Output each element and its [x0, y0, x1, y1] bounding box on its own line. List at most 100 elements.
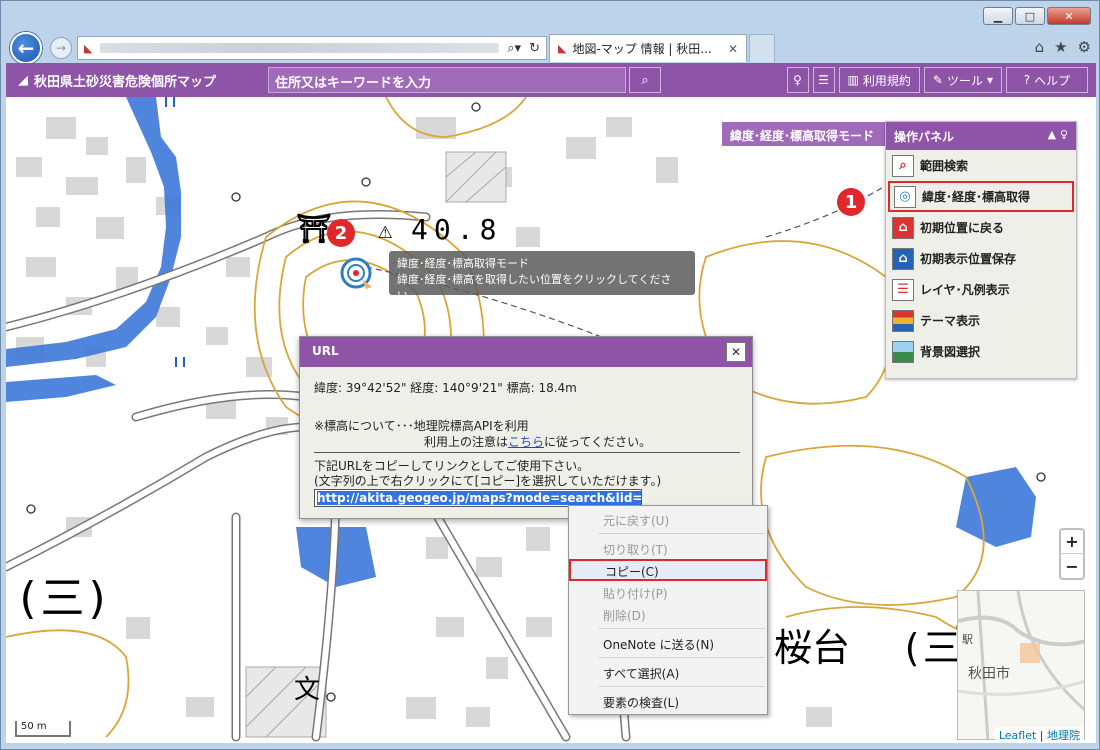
forward-button[interactable]: → — [50, 37, 72, 59]
url-field-selected-text[interactable]: http://akita.geogeo.jp/maps?mode=search&… — [317, 491, 641, 505]
overview-minimap[interactable]: 駅 秋田市 — [957, 590, 1085, 740]
triangulation-point-symbol: ⚠ — [378, 216, 393, 244]
comment-button[interactable]: ☰ — [812, 67, 835, 93]
panel-item-save-home[interactable]: ⌂ 初期表示位置保存 — [886, 243, 1076, 274]
settings-gear-icon[interactable]: ⚙ — [1078, 38, 1091, 56]
dialog-close-icon[interactable]: ✕ — [726, 342, 746, 362]
help-label: ヘルプ — [1034, 73, 1071, 88]
panel-item-label: 緯度･経度･標高取得 — [922, 190, 1031, 204]
close-window-button[interactable]: ✕ — [1047, 7, 1091, 25]
comment-icon: ☰ — [818, 73, 829, 87]
school-symbol: 文 — [294, 675, 321, 705]
app-title: ◢ 秋田県土砂災害危険個所マップ — [18, 71, 216, 90]
minimap-station-label: 駅 — [962, 633, 973, 646]
menu-item-onenote[interactable]: OneNote に送る(N) — [569, 632, 767, 654]
panel-header-tools: ▲ ♀ — [1048, 128, 1068, 141]
step-badge-1: 1 — [837, 188, 865, 216]
search-button[interactable]: ⌕ — [629, 67, 661, 93]
operation-panel-header: 操作パネル ▲ ♀ — [886, 122, 1076, 150]
range-search-icon: ⌕ — [892, 154, 914, 177]
help-button[interactable]: ? ヘルプ — [1006, 67, 1088, 93]
attribution-leaflet-link[interactable]: Leaflet — [999, 729, 1036, 742]
map-attribution: Leaflet | 地理院 — [994, 727, 1084, 743]
home-red-icon: ⌂ — [892, 216, 914, 239]
elevation-note: ※標高について･･･地理院標高APIを利用 — [314, 419, 529, 433]
tooltip-line2: 緯度･経度･標高を取得したい位置をクリックしてください。 — [397, 273, 672, 302]
menu-item-paste[interactable]: 貼り付け(P) — [569, 581, 767, 603]
menu-separator — [599, 657, 765, 658]
panel-item-basemap[interactable]: 背景図選択 — [886, 336, 1076, 367]
panel-item-range-search[interactable]: ⌕ 範囲検索 — [886, 150, 1076, 181]
copy-instruction-detail: (文字列の上で右クリックにて[コピー]を選択していただけます。) — [314, 474, 662, 488]
search-icon: ⌕ — [641, 72, 649, 88]
wrench-icon: ✎ — [932, 73, 943, 87]
header-buttons: ♀ ☰ ▥ 利用規約 ✎ ツール ▾ ? ヘルプ — [786, 67, 1088, 93]
landscape-image-icon — [892, 340, 914, 363]
operation-panel: 操作パネル ▲ ♀ ⌕ 範囲検索 ◎ 緯度･経度･標高取得 ⌂ 初期位置に戻る ⌂ 初期… — [885, 121, 1077, 379]
collapse-icon[interactable]: ▲ — [1048, 128, 1056, 141]
panel-item-label: レイヤ･凡例表示 — [920, 283, 1010, 297]
search-icon[interactable]: ⌕▾ — [507, 41, 521, 56]
mode-tooltip: 緯度･経度･標高取得モード 緯度･経度･標高を取得したい位置をクリックしてくださ… — [389, 251, 695, 302]
dialog-divider — [314, 452, 740, 453]
window-controls: ▁ □ ✕ — [983, 7, 1091, 25]
menu-item-undo[interactable]: 元に戻す(U) — [569, 508, 767, 530]
panel-item-return-home[interactable]: ⌂ 初期位置に戻る — [886, 212, 1076, 243]
panel-item-label: 背景図選択 — [920, 345, 981, 359]
panel-item-theme[interactable]: テーマ表示 — [886, 305, 1076, 336]
target-icon: ◎ — [894, 185, 916, 208]
lightbulb-button[interactable]: ♀ — [786, 67, 809, 93]
tab-close-icon[interactable]: ✕ — [728, 42, 738, 56]
url-dialog: URL ✕ 緯度: 39°42'52" 経度: 140°9'21" 標高: 18… — [299, 336, 753, 519]
refresh-icon[interactable]: ↻ — [529, 41, 540, 56]
shrine-symbol: ⛩ — [296, 212, 332, 245]
address-search-input[interactable]: 住所又はキーワードを入力 — [268, 67, 626, 93]
context-menu: 元に戻す(U) 切り取り(T) コピー(C) 貼り付け(P) 削除(D) One… — [568, 505, 768, 715]
browser-window: ▁ □ ✕ ← → ◣ ⌕▾ ↻ ◣ 地図-マップ 情報 | 秋田... ✕ ⌂… — [0, 0, 1100, 750]
menu-item-delete[interactable]: 削除(D) — [569, 603, 767, 625]
terms-button[interactable]: ▥ 利用規約 — [838, 67, 920, 93]
address-bar[interactable]: ◣ ⌕▾ ↻ — [77, 36, 547, 60]
menu-item-cut[interactable]: 切り取り(T) — [569, 537, 767, 559]
maximize-button[interactable]: □ — [1015, 7, 1045, 25]
minimize-button[interactable]: ▁ — [983, 7, 1013, 25]
browser-tab[interactable]: ◣ 地図-マップ 情報 | 秋田... ✕ — [549, 34, 747, 62]
zoom-control: + − — [1059, 528, 1085, 580]
usage-note-post: に従ってください。 — [544, 435, 652, 449]
panel-item-layers-legend[interactable]: ☰ レイヤ･凡例表示 — [886, 274, 1076, 305]
tools-button[interactable]: ✎ ツール ▾ — [923, 67, 1002, 93]
panel-item-latlon-elevation[interactable]: ◎ 緯度･経度･標高取得 — [888, 181, 1074, 212]
new-tab-button[interactable] — [749, 34, 775, 62]
app-header: ◢ 秋田県土砂災害危険個所マップ 住所又はキーワードを入力 ⌕ ♀ ☰ ▥ 利用規… — [6, 63, 1096, 97]
browser-toolbar-icons: ⌂ ★ ⚙ — [1035, 38, 1091, 56]
app-title-text: 秋田県土砂災害危険個所マップ — [34, 75, 217, 90]
attribution-separator: | — [1036, 729, 1047, 742]
url-dialog-header: URL ✕ — [300, 337, 752, 367]
home-icon[interactable]: ⌂ — [1035, 38, 1045, 56]
site-favicon-icon: ◣ — [84, 41, 93, 55]
coords-text: 緯度: 39°42'52" 経度: 140°9'21" 標高: 18.4m — [314, 381, 577, 395]
tooltip-line1: 緯度･経度･標高取得モード — [397, 257, 529, 270]
menu-item-inspect[interactable]: 要素の検査(L) — [569, 690, 767, 712]
help-icon: ? — [1023, 73, 1031, 87]
zoom-out-button[interactable]: − — [1061, 554, 1083, 578]
menu-item-copy[interactable]: コピー(C) — [569, 559, 767, 581]
attribution-gsi-link[interactable]: 地理院 — [1047, 729, 1080, 742]
usage-note-link[interactable]: こちら — [508, 435, 544, 449]
tab-favicon-icon: ◣ — [558, 42, 567, 55]
location-marker — [340, 257, 372, 289]
minimap-city-label: 秋田市 — [968, 666, 1010, 682]
pin-icon[interactable]: ♀ — [1060, 128, 1068, 141]
menu-separator — [599, 628, 765, 629]
step-badge-2: 2 — [327, 219, 355, 247]
menu-item-select-all[interactable]: すべて選択(A) — [569, 661, 767, 683]
back-button[interactable]: ← — [10, 32, 42, 64]
menu-separator — [599, 686, 765, 687]
zoom-in-button[interactable]: + — [1061, 530, 1083, 554]
theme-stripes-icon — [892, 309, 914, 332]
lightbulb-icon: ♀ — [793, 73, 802, 87]
panel-item-label: 初期位置に戻る — [920, 221, 1005, 235]
favorites-star-icon[interactable]: ★ — [1054, 38, 1067, 56]
url-dialog-title: URL — [312, 344, 339, 358]
address-url-blurred — [100, 43, 500, 53]
